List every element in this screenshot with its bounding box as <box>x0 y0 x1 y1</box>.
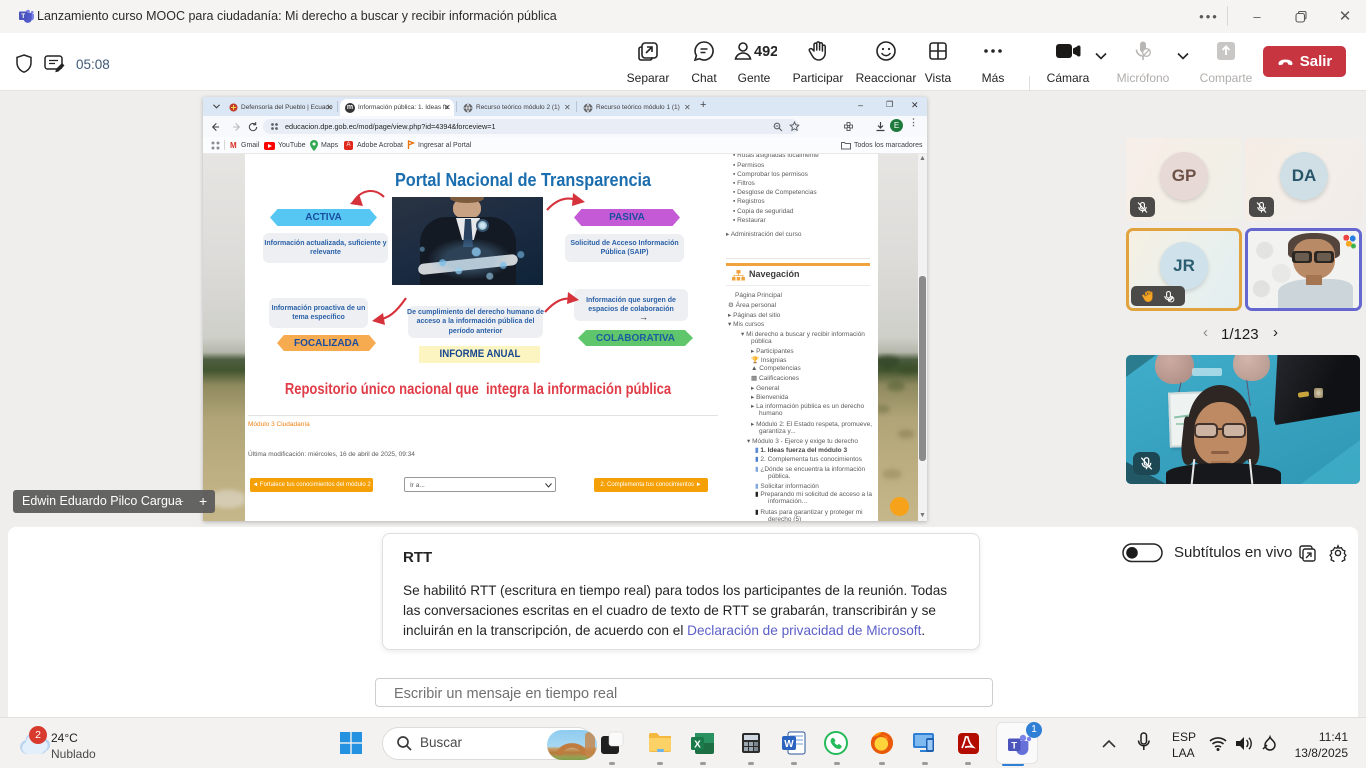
svg-text:T: T <box>21 13 25 20</box>
svg-text:X: X <box>694 739 701 750</box>
svg-text:W: W <box>784 739 794 750</box>
svg-text:492: 492 <box>754 44 777 60</box>
svg-text:T: T <box>1011 740 1017 751</box>
